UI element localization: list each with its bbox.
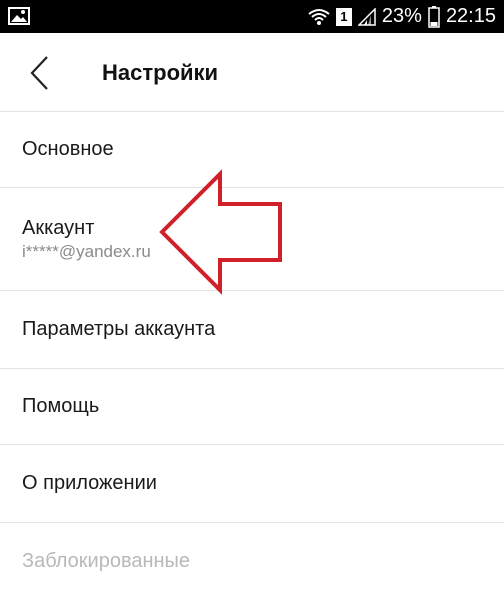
settings-item-account-params[interactable]: Параметры аккаунта	[0, 291, 504, 369]
page-title: Настройки	[102, 60, 219, 85]
status-bar: 1 23% 22:15	[0, 0, 504, 33]
app-header: Настройки	[0, 33, 504, 112]
settings-item-blocked[interactable]: Заблокированные	[0, 523, 504, 599]
status-icons: 1 23% 22:15	[308, 0, 496, 33]
settings-item-help[interactable]: Помощь	[0, 369, 504, 445]
back-button[interactable]	[18, 51, 62, 95]
item-label: Заблокированные	[22, 549, 191, 572]
settings-item-about[interactable]: О приложении	[0, 445, 504, 523]
battery-icon	[428, 5, 440, 28]
item-label: Аккаунт	[22, 216, 95, 239]
account-email: i*****@yandex.ru	[22, 241, 151, 261]
item-label: О приложении	[22, 472, 157, 494]
settings-list: Основное Аккаунт i*****@yandex.ru Параме…	[0, 112, 504, 599]
item-label: Помощь	[22, 395, 100, 417]
settings-item-account[interactable]: Аккаунт i*****@yandex.ru	[0, 188, 504, 291]
settings-item-general[interactable]: Основное	[0, 112, 504, 188]
cellular-signal-icon	[357, 7, 376, 26]
clock: 22:15	[445, 5, 496, 27]
image-notification-icon	[8, 7, 30, 25]
wifi-icon	[308, 8, 330, 26]
battery-percent: 23%	[381, 5, 422, 27]
chevron-left-icon	[30, 56, 48, 90]
settings-screen: 1 23% 22:15 Настройки Основное Аккаунт i…	[0, 0, 504, 600]
item-label: Параметры аккаунта	[22, 318, 216, 340]
item-label: Основное	[22, 138, 114, 160]
sim-badge: 1	[335, 7, 352, 26]
